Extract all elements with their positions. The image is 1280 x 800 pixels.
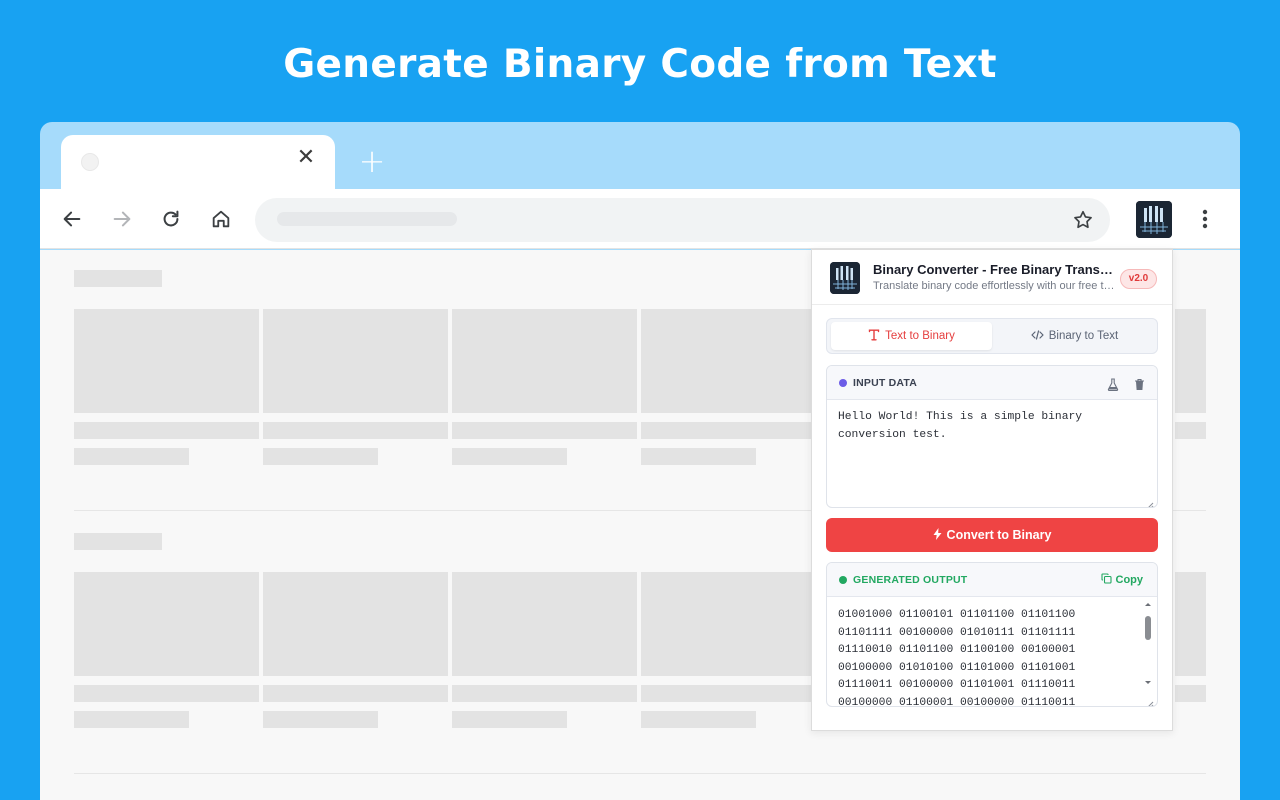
mode-switch: Text to Binary Binary to Text — [826, 318, 1158, 354]
copy-button[interactable]: Copy — [1100, 573, 1144, 587]
skeleton-line-short — [452, 711, 567, 728]
text-icon — [868, 329, 880, 344]
star-icon[interactable] — [1072, 209, 1094, 231]
convert-to-binary-button[interactable]: Convert to Binary — [826, 518, 1158, 552]
tab-text-to-binary-label: Text to Binary — [885, 330, 955, 342]
page-headline: Generate Binary Code from Text — [283, 42, 997, 87]
skeleton-card-image — [452, 309, 637, 413]
copy-button-label: Copy — [1115, 574, 1144, 586]
skeleton-line — [1175, 422, 1206, 439]
section-divider — [74, 773, 1206, 774]
tab-binary-to-text[interactable]: Binary to Text — [994, 322, 1155, 350]
skeleton-line — [1175, 685, 1206, 702]
back-arrow-icon[interactable] — [57, 204, 87, 234]
input-card-title: INPUT DATA — [853, 377, 918, 389]
more-menu-icon[interactable] — [1195, 207, 1215, 231]
resize-grip-icon[interactable] — [1145, 694, 1154, 706]
home-icon[interactable] — [206, 204, 236, 234]
skeleton-line-short — [641, 448, 756, 465]
tab-close-icon[interactable]: ✕ — [295, 147, 317, 169]
skeleton-card-image — [74, 572, 259, 676]
clear-trash-icon[interactable] — [1134, 376, 1145, 395]
skeleton-line — [641, 685, 826, 702]
input-status-dot — [839, 379, 847, 387]
reload-icon[interactable] — [156, 204, 186, 234]
new-tab-icon[interactable]: + — [357, 145, 387, 177]
output-card-title: GENERATED OUTPUT — [853, 574, 968, 586]
skeleton-line — [74, 422, 259, 439]
address-bar[interactable] — [255, 198, 1110, 242]
skeleton-line-short — [263, 711, 378, 728]
input-card: INPUT DATA Hello World! This is a simple… — [826, 365, 1158, 508]
address-bar-url-placeholder — [277, 212, 457, 226]
skeleton-line — [74, 685, 259, 702]
skeleton-line — [641, 422, 826, 439]
popup-header: Binary Converter - Free Binary Translato… — [812, 250, 1172, 305]
extension-logo-icon — [830, 262, 860, 294]
sample-flask-icon[interactable] — [1107, 376, 1119, 395]
output-card-header: GENERATED OUTPUT Copy — [827, 563, 1157, 597]
lightning-icon — [933, 527, 942, 543]
browser-toolbar — [40, 189, 1240, 249]
skeleton-line — [452, 685, 637, 702]
output-status-dot — [839, 576, 847, 584]
skeleton-line-short — [74, 448, 189, 465]
extension-title: Binary Converter - Free Binary Translato… — [873, 262, 1115, 277]
convert-button-label: Convert to Binary — [946, 528, 1052, 542]
skeleton-heading — [74, 270, 162, 287]
resize-grip-icon[interactable] — [1145, 495, 1154, 507]
output-card: GENERATED OUTPUT Copy 01001000 01100101 … — [826, 562, 1158, 707]
extension-popup: Binary Converter - Free Binary Translato… — [811, 249, 1173, 731]
skeleton-line-short — [74, 711, 189, 728]
skeleton-card-image — [1175, 572, 1206, 676]
skeleton-card-image — [1175, 309, 1206, 413]
skeleton-card-image — [263, 572, 448, 676]
skeleton-heading — [74, 533, 162, 550]
skeleton-card-image — [263, 309, 448, 413]
code-icon — [1031, 329, 1044, 344]
tab-text-to-binary[interactable]: Text to Binary — [831, 322, 992, 350]
output-textarea[interactable]: 01001000 01100101 01101100 01101100 0110… — [838, 607, 1100, 705]
output-scrollbar[interactable] — [1143, 601, 1153, 691]
skeleton-card-image — [74, 309, 259, 413]
browser-tab[interactable]: ✕ — [61, 135, 335, 189]
skeleton-line-short — [641, 711, 756, 728]
skeleton-line-short — [263, 448, 378, 465]
skeleton-line — [452, 422, 637, 439]
skeleton-card-image — [452, 572, 637, 676]
skeleton-card-image — [641, 309, 826, 413]
input-card-header: INPUT DATA — [827, 366, 1157, 400]
tab-binary-to-text-label: Binary to Text — [1048, 330, 1119, 342]
version-badge: v2.0 — [1120, 269, 1157, 289]
binary-converter-extension-icon[interactable] — [1136, 201, 1172, 238]
tab-favicon-icon — [81, 153, 99, 171]
skeleton-card-image — [641, 572, 826, 676]
skeleton-line — [263, 685, 448, 702]
skeleton-line — [263, 422, 448, 439]
skeleton-line-short — [452, 448, 567, 465]
copy-icon — [1100, 573, 1112, 587]
forward-arrow-icon[interactable] — [107, 204, 137, 234]
input-textarea[interactable]: Hello World! This is a simple binary con… — [838, 409, 1138, 444]
extension-subtitle: Translate binary code effortlessly with … — [873, 280, 1115, 292]
